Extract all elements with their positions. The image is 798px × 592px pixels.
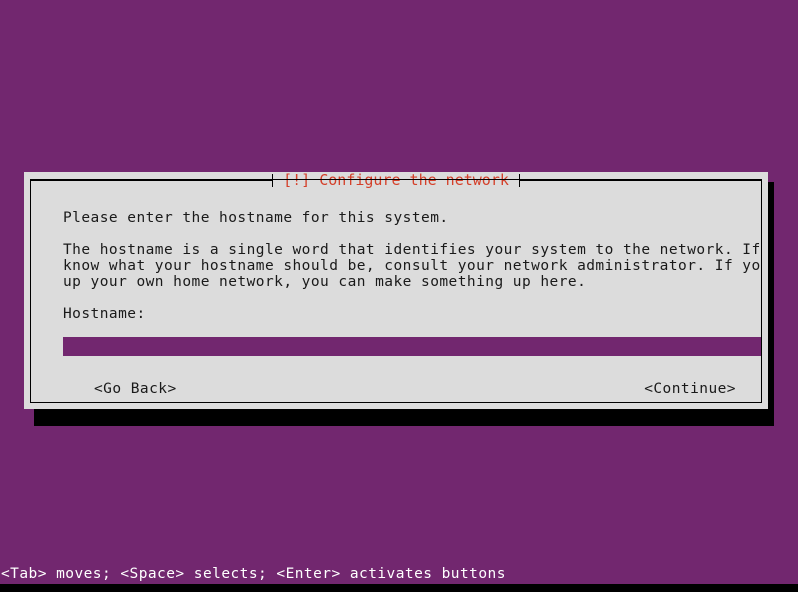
description-line-3: up your own home network, you can make s… xyxy=(63,274,587,290)
go-back-button[interactable]: <Go Back> xyxy=(94,381,177,397)
bottom-black-strip xyxy=(0,584,798,592)
dialog-body: Please enter the hostname for this syste… xyxy=(31,188,761,402)
description-line-2: know what your hostname should be, consu… xyxy=(63,258,761,274)
hostname-input[interactable]: ubuntu-unixmen__________________________… xyxy=(63,337,761,356)
continue-button[interactable]: <Continue> xyxy=(644,381,736,397)
intro-text: Please enter the hostname for this syste… xyxy=(63,210,449,226)
status-bar-hint: <Tab> moves; <Space> selects; <Enter> ac… xyxy=(1,566,506,582)
installer-screen: [!] Configure the network Please enter t… xyxy=(0,0,798,592)
hostname-label: Hostname: xyxy=(63,306,146,322)
configure-network-dialog: [!] Configure the network Please enter t… xyxy=(24,172,768,409)
description-line-1: The hostname is a single word that ident… xyxy=(63,242,761,258)
